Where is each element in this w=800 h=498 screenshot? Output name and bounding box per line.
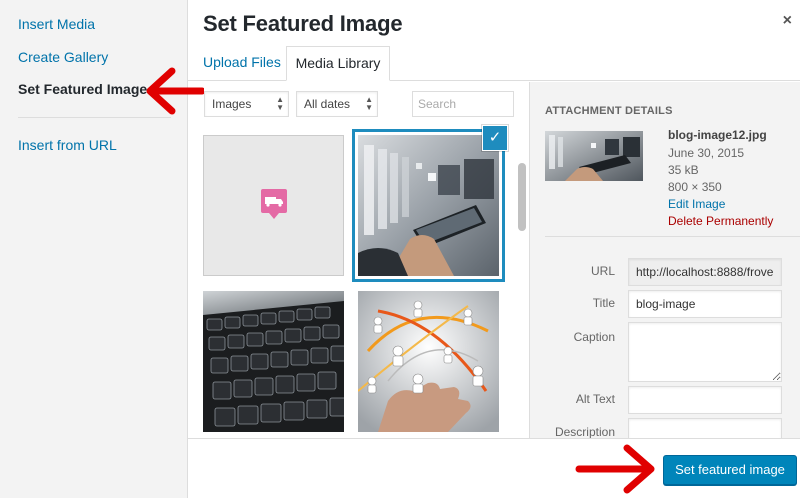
attachment-thumbnail[interactable] xyxy=(203,291,344,432)
attachment-details-thumbnail xyxy=(545,131,643,181)
set-featured-image-button[interactable]: Set featured image xyxy=(663,455,797,485)
alt-text-label: Alt Text xyxy=(575,392,615,406)
image-tablet-server-room xyxy=(358,135,499,276)
sidebar-item-create-gallery[interactable]: Create Gallery xyxy=(18,49,108,65)
caption-label: Caption xyxy=(573,330,615,344)
title-field[interactable]: blog-image xyxy=(628,290,782,318)
scrollbar-thumb[interactable] xyxy=(518,163,526,231)
search-input[interactable] xyxy=(412,91,514,117)
select-arrows-icon: ▲ ▼ xyxy=(276,95,284,112)
url-field[interactable]: http://localhost:8888/frove xyxy=(628,258,782,286)
date-filter[interactable]: All dates ▲ ▼ xyxy=(296,91,378,117)
attachment-date: June 30, 2015 xyxy=(668,146,745,160)
description-label: Description xyxy=(554,425,615,438)
sidebar-item-insert-media[interactable]: Insert Media xyxy=(18,16,95,32)
image-social-network xyxy=(358,291,499,432)
attachments-grid xyxy=(188,124,528,438)
selected-check-icon[interactable]: ✓ xyxy=(483,126,507,150)
title-label: Title xyxy=(592,296,615,310)
image-keyboard xyxy=(203,291,344,432)
sidebar-item-set-featured-image[interactable]: Set Featured Image xyxy=(18,81,147,97)
sidebar-separator xyxy=(18,117,171,118)
media-type-filter-value: Images xyxy=(212,97,252,111)
router-tabs: Upload Files Media Library xyxy=(188,46,800,81)
attachment-thumbnail[interactable] xyxy=(358,291,499,432)
edit-image-link[interactable]: Edit Image xyxy=(668,197,725,211)
image-tablet-server-room-small xyxy=(545,131,643,181)
attachment-thumbnail[interactable] xyxy=(203,135,344,276)
details-separator xyxy=(545,236,800,237)
caption-field[interactable] xyxy=(628,322,782,382)
attachment-details-heading: ATTACHMENT DETAILS xyxy=(545,105,673,117)
attachment-filename: blog-image12.jpg xyxy=(668,128,767,142)
truck-icon xyxy=(261,189,287,219)
sidebar-item-insert-from-url[interactable]: Insert from URL xyxy=(18,137,117,153)
media-type-filter[interactable]: Images ▲ ▼ xyxy=(204,91,289,117)
url-label: URL xyxy=(590,264,615,278)
tab-media-library[interactable]: Media Library xyxy=(286,46,390,81)
select-arrows-icon: ▲ ▼ xyxy=(365,95,373,112)
attachment-thumbnail-selected[interactable] xyxy=(358,135,499,276)
attachment-dimensions: 800 × 350 xyxy=(668,180,722,194)
page-title: Set Featured Image xyxy=(203,11,403,36)
description-field[interactable] xyxy=(628,418,782,438)
attachment-details-panel: ATTACHMENT DETAILS blog-image12.jpg June… xyxy=(529,82,800,438)
right-arrow-annotation-icon xyxy=(575,444,655,494)
tab-upload-files[interactable]: Upload Files xyxy=(195,46,289,81)
close-icon[interactable]: × xyxy=(783,12,792,30)
date-filter-value: All dates xyxy=(304,97,351,111)
delete-permanently-link[interactable]: Delete Permanently xyxy=(668,214,773,228)
alt-text-field[interactable] xyxy=(628,386,782,414)
attachment-file-size: 35 kB xyxy=(668,163,699,177)
